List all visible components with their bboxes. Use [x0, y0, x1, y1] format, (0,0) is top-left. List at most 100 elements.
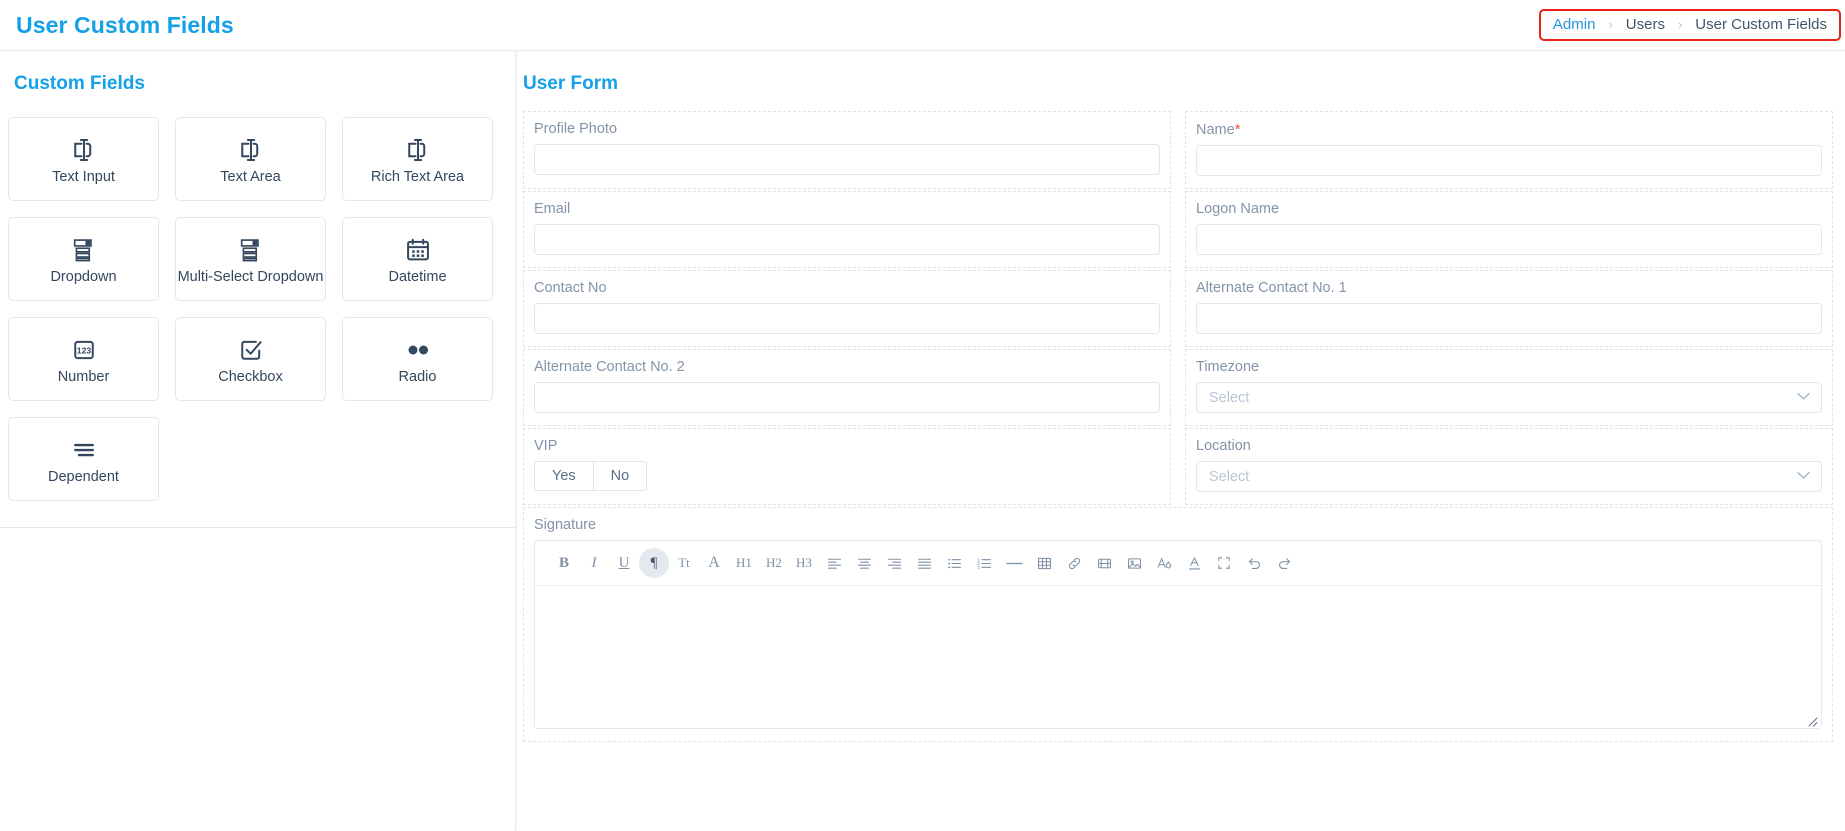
- vip-toggle-group: Yes No: [534, 461, 648, 491]
- bold-icon[interactable]: B: [549, 548, 579, 578]
- custom-field-card-radio[interactable]: Radio: [342, 317, 493, 401]
- custom-field-card-text-input[interactable]: Text Input: [8, 117, 159, 201]
- field-label: Location: [1196, 438, 1251, 454]
- numbered-list-icon[interactable]: 123: [969, 548, 999, 578]
- field-location: Location Select: [1185, 428, 1833, 505]
- vip-yes-button[interactable]: Yes: [535, 462, 593, 490]
- undo-icon[interactable]: [1239, 548, 1269, 578]
- text-input-icon: [69, 133, 99, 167]
- align-justify-icon[interactable]: [909, 548, 939, 578]
- field-label: Logon Name: [1196, 201, 1280, 217]
- contact-no-input[interactable]: [534, 303, 1160, 334]
- email-input[interactable]: [534, 224, 1160, 255]
- field-vip: VIP Yes No: [523, 428, 1171, 505]
- custom-field-card-multi-select-dropdown[interactable]: Multi-Select Dropdown: [175, 217, 326, 301]
- field-timezone: Timezone Select: [1185, 349, 1833, 426]
- text-highlight-icon[interactable]: [1179, 548, 1209, 578]
- location-select[interactable]: Select: [1196, 461, 1822, 492]
- field-name: Name*: [1185, 111, 1833, 189]
- breadcrumb: Admin › Users › User Custom Fields: [1538, 9, 1841, 41]
- card-label: Multi-Select Dropdown: [177, 269, 324, 285]
- align-center-icon[interactable]: [849, 548, 879, 578]
- field-label: Profile Photo: [534, 121, 618, 137]
- paragraph-icon[interactable]: ¶: [639, 548, 669, 578]
- bullet-list-icon[interactable]: [939, 548, 969, 578]
- field-alternate-contact-2: Alternate Contact No. 2: [523, 349, 1171, 426]
- user-form-grid: Profile Photo Name* Email Logon Name Con…: [516, 95, 1845, 744]
- signature-editor: B I U ¶ Tt A H1 H2 H3 1 2 3: [534, 540, 1822, 729]
- field-label: Name*: [1196, 121, 1822, 138]
- multi-select-dropdown-icon: [237, 233, 265, 267]
- card-label: Rich Text Area: [370, 169, 465, 185]
- breadcrumb-item-users[interactable]: Users: [1626, 16, 1665, 33]
- font-size-icon[interactable]: Tt: [669, 548, 699, 578]
- field-alternate-contact-1: Alternate Contact No. 1: [1185, 270, 1833, 347]
- field-signature: Signature B I U ¶ Tt A H1 H2 H3 1 2 3: [523, 507, 1833, 742]
- timezone-select[interactable]: Select: [1196, 382, 1822, 413]
- text-area-icon: [236, 133, 266, 167]
- card-label: Datetime: [388, 269, 447, 285]
- horizontal-rule-icon[interactable]: [999, 548, 1029, 578]
- field-label: Alternate Contact No. 2: [534, 359, 685, 375]
- redo-icon[interactable]: [1269, 548, 1299, 578]
- fullscreen-icon[interactable]: [1209, 548, 1239, 578]
- custom-field-card-text-area[interactable]: Text Area: [175, 117, 326, 201]
- resize-handle-icon[interactable]: [1806, 714, 1818, 727]
- heading-3-icon[interactable]: H3: [789, 548, 819, 578]
- required-asterisk: *: [1234, 121, 1241, 138]
- custom-field-card-datetime[interactable]: Datetime: [342, 217, 493, 301]
- custom-field-card-dropdown[interactable]: Dropdown: [8, 217, 159, 301]
- field-logon-name: Logon Name: [1185, 191, 1833, 268]
- align-left-icon[interactable]: [819, 548, 849, 578]
- field-label: Alternate Contact No. 1: [1196, 280, 1347, 296]
- card-label: Dependent: [48, 469, 119, 485]
- signature-editor-area[interactable]: [535, 586, 1821, 728]
- field-label: VIP: [534, 438, 558, 454]
- select-placeholder: Select: [1209, 389, 1250, 406]
- custom-field-card-dependent[interactable]: Dependent: [8, 417, 159, 501]
- top-bar: User Custom Fields Admin › Users › User …: [0, 0, 1845, 51]
- field-label: Email: [534, 201, 571, 217]
- image-icon[interactable]: [1119, 548, 1149, 578]
- italic-icon[interactable]: I: [579, 548, 609, 578]
- custom-field-card-checkbox[interactable]: Checkbox: [175, 317, 326, 401]
- breadcrumb-item-admin[interactable]: Admin: [1553, 16, 1596, 33]
- card-label: Text Area: [220, 169, 281, 185]
- card-label: Dropdown: [50, 269, 117, 285]
- align-right-icon[interactable]: [879, 548, 909, 578]
- underline-icon[interactable]: U: [609, 548, 639, 578]
- radio-icon: [403, 333, 433, 367]
- heading-2-icon[interactable]: H2: [759, 548, 789, 578]
- alternate-contact-1-input[interactable]: [1196, 303, 1822, 334]
- custom-field-card-number[interactable]: 123 Number: [8, 317, 159, 401]
- text-color-icon[interactable]: [1149, 548, 1179, 578]
- breadcrumb-separator-icon: ›: [1608, 17, 1613, 32]
- name-input[interactable]: [1196, 145, 1822, 176]
- vip-no-button[interactable]: No: [592, 462, 647, 490]
- card-label: Checkbox: [218, 369, 283, 385]
- field-profile-photo: Profile Photo: [523, 111, 1171, 189]
- field-contact-no: Contact No: [523, 270, 1171, 347]
- select-placeholder: Select: [1209, 468, 1250, 485]
- font-family-icon[interactable]: A: [699, 548, 729, 578]
- chevron-down-icon: [1797, 392, 1810, 404]
- breadcrumb-item-current: User Custom Fields: [1695, 16, 1827, 33]
- dependent-lines-icon: [69, 433, 99, 467]
- table-icon[interactable]: [1029, 548, 1059, 578]
- number-123-icon: 123: [70, 333, 98, 367]
- video-icon[interactable]: [1089, 548, 1119, 578]
- card-label: Text Input: [52, 169, 115, 185]
- field-label-text: Name: [1196, 122, 1235, 138]
- card-label: Radio: [398, 369, 437, 385]
- custom-fields-title: Custom Fields: [14, 73, 145, 94]
- alternate-contact-2-input[interactable]: [534, 382, 1160, 413]
- logon-name-input[interactable]: [1196, 224, 1822, 255]
- custom-field-card-grid: Text Input Text Area Rich Text Area Drop…: [0, 95, 515, 501]
- profile-photo-input[interactable]: [534, 144, 1160, 175]
- panel-divider: [0, 527, 515, 528]
- calendar-icon: [404, 233, 432, 267]
- heading-1-icon[interactable]: H1: [729, 548, 759, 578]
- custom-field-card-rich-text-area[interactable]: Rich Text Area: [342, 117, 493, 201]
- breadcrumb-separator-icon: ›: [1677, 17, 1683, 32]
- link-icon[interactable]: [1059, 548, 1089, 578]
